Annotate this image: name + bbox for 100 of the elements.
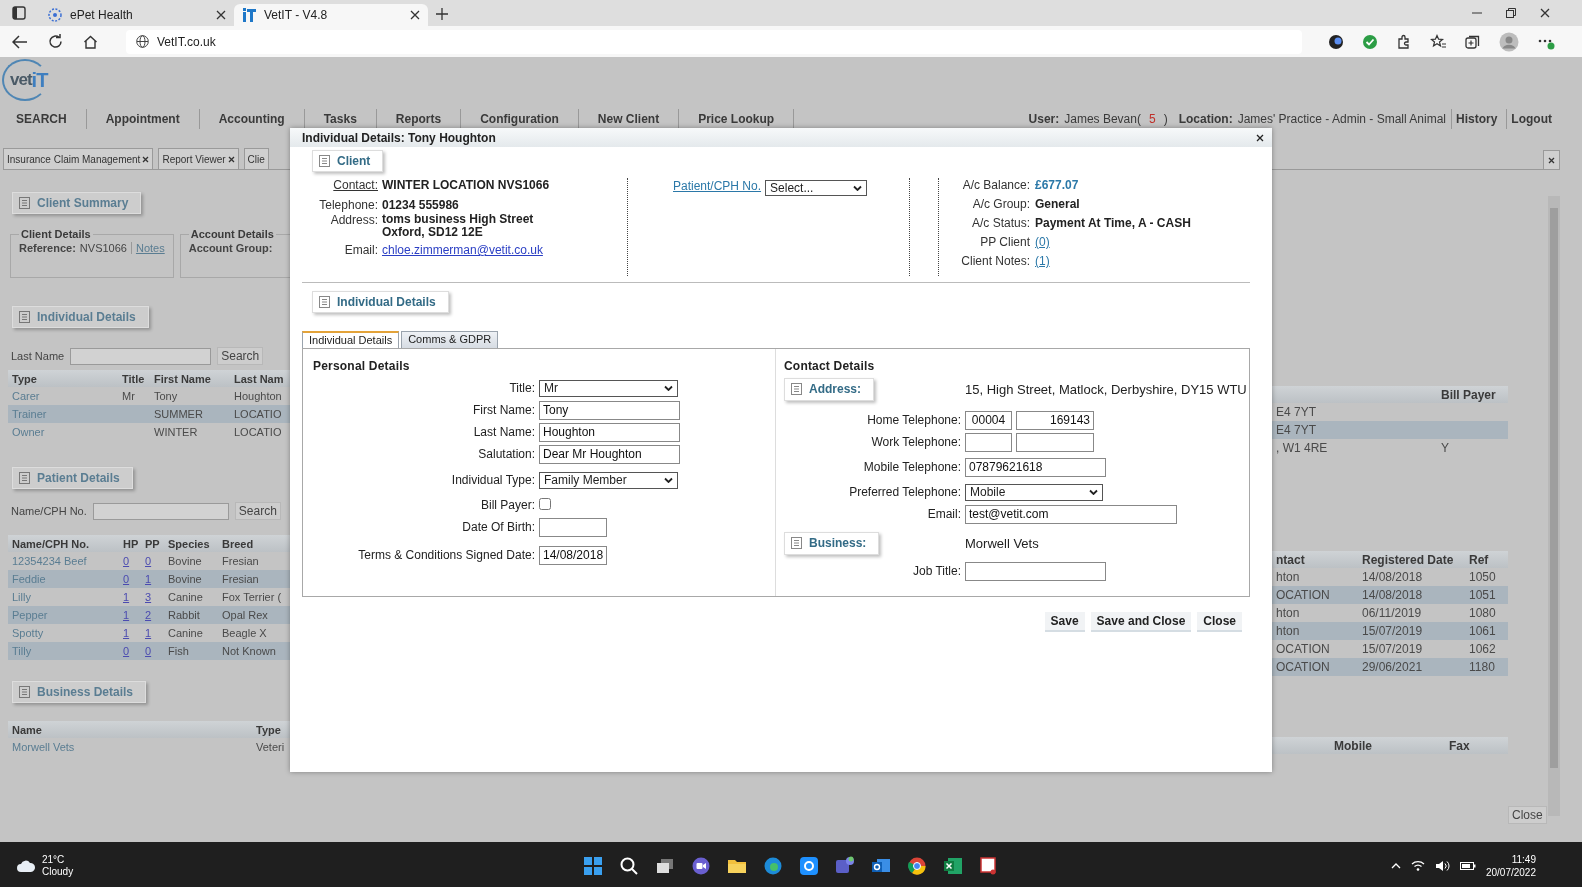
chevron-up-icon[interactable] [1390,862,1401,869]
phone-field[interactable]: 00004 [965,410,1012,430]
tabs-icon[interactable] [12,6,26,20]
avatar-icon[interactable] [1499,31,1519,52]
check-circle-icon[interactable] [1362,33,1378,50]
close-icon[interactable] [227,155,235,163]
close-icon[interactable] [1540,8,1550,18]
column-header: First Name [153,372,212,385]
app-icon[interactable] [799,855,819,876]
close-icon[interactable] [216,10,226,20]
section-toggle[interactable]: Business: [784,531,880,555]
four-squares-icon[interactable] [583,855,603,876]
puzzle-icon[interactable] [1396,33,1412,50]
phone-field[interactable]: 169143 [1016,410,1094,430]
favorites-icon[interactable] [1430,33,1447,50]
search-button[interactable]: Search [234,502,281,520]
back-icon[interactable] [12,34,28,49]
dialog-button[interactable]: Save [1044,612,1085,632]
address-text: toms business High Street Oxford, SD12 12E [382,213,535,239]
section-toggle[interactable]: Individual Details [312,291,449,313]
text-field[interactable]: 14/08/2018 [539,545,607,565]
search-field[interactable] [92,502,229,520]
page-tab[interactable]: Insurance Claim Management [3,148,154,169]
table-cell-text: , W1 4RE [1275,441,1329,455]
nav-item[interactable]: Appointment [86,108,200,129]
count-link[interactable]: 1 [141,573,164,585]
count-link[interactable]: (1) [1035,254,1050,268]
spreadsheet-icon[interactable] [943,855,963,876]
close-icon[interactable] [1256,133,1264,142]
count-link[interactable]: 2 [141,609,164,621]
section-toggle[interactable]: Client [312,150,384,172]
dropdown[interactable]: Family Member [539,471,678,489]
count-link[interactable]: 1 [119,627,141,639]
column-header: Last Nam [233,372,285,385]
close-tab-button[interactable] [1543,150,1560,169]
section-toggle[interactable]: Address: [784,377,874,401]
field-label: Telephone: [318,198,378,213]
field-label: Bill Payer: [479,498,535,512]
dropdown[interactable]: Mr [539,379,678,397]
refresh-icon[interactable] [48,34,63,49]
dialog-button[interactable]: Save and Close [1090,612,1192,632]
close-icon[interactable] [410,10,420,20]
scrollbar[interactable] [1548,196,1560,816]
text-field[interactable] [965,561,1106,581]
search-field[interactable] [70,347,212,365]
circle-icon[interactable] [1328,33,1344,50]
text-field[interactable]: Dear Mr Houghton [539,444,680,464]
count-link[interactable]: 1 [119,609,141,621]
search-button[interactable]: Search [217,347,264,365]
header-link[interactable]: History [1451,108,1502,129]
tab[interactable]: Individual Details [302,331,400,348]
address-bar[interactable]: VetIT.co.uk [126,29,1302,54]
browser-tab[interactable]: ePet Health [40,4,234,26]
dialog-button[interactable]: Close [1197,612,1242,632]
table-cell-text: Bovine [167,555,203,567]
app-icon[interactable] [763,855,783,876]
count-link[interactable]: 0 [141,645,164,657]
count-link[interactable]: 0 [119,645,141,657]
text-field[interactable]: Tony [539,400,680,420]
collections-icon[interactable] [1465,33,1481,50]
app-icon[interactable] [907,855,927,876]
nav-item[interactable]: SEARCH [0,108,87,129]
text-field[interactable]: test@vetit.com [965,504,1177,524]
restore-icon[interactable] [1506,8,1516,18]
home-icon[interactable] [83,34,98,49]
page-tab[interactable]: Report Viewer [158,148,239,169]
count-link[interactable]: (0) [1035,235,1050,249]
header-link[interactable]: Logout [1506,108,1556,129]
speaker-icon[interactable] [1434,859,1450,872]
search-icon[interactable] [619,855,639,876]
dropdown[interactable]: Select... [765,180,868,196]
text-field[interactable] [539,517,607,537]
text-field[interactable]: Houghton [539,422,680,442]
email-link[interactable]: chloe.zimmerman@vetit.co.uk [382,243,543,257]
dropdown[interactable]: Mobile [965,483,1103,501]
count-link[interactable]: 0 [141,555,164,567]
count-link[interactable]: 1 [119,591,141,603]
wifi-icon[interactable] [1410,860,1425,871]
count-link[interactable]: 0 [119,573,141,585]
phone-field[interactable] [965,432,1012,452]
tab[interactable]: Comms & GDPR [401,331,499,348]
caret-icon [664,477,673,483]
text-field[interactable]: 07879621618 [965,457,1106,477]
close-icon[interactable] [142,155,150,163]
app-icon[interactable] [835,855,855,876]
browser-tab[interactable]: VetIT - V4.8 [234,4,428,26]
count-link[interactable]: 1 [141,627,164,639]
phone-field[interactable] [1016,432,1094,452]
checkbox[interactable] [539,497,551,510]
chat-icon[interactable] [691,855,711,876]
count-link[interactable]: 3 [141,591,164,603]
contact-link[interactable]: Contact: [302,178,378,198]
table-cell-text: Y [1440,441,1450,455]
battery-icon[interactable] [1459,860,1476,871]
plus-icon[interactable] [436,8,448,20]
page-tab[interactable]: Clie [243,148,269,169]
cloud-icon[interactable] [16,858,36,873]
close-button[interactable]: Close [1508,806,1547,824]
count-link[interactable]: 0 [119,555,141,567]
patient-link[interactable]: Patient/CPH No. [673,179,762,193]
